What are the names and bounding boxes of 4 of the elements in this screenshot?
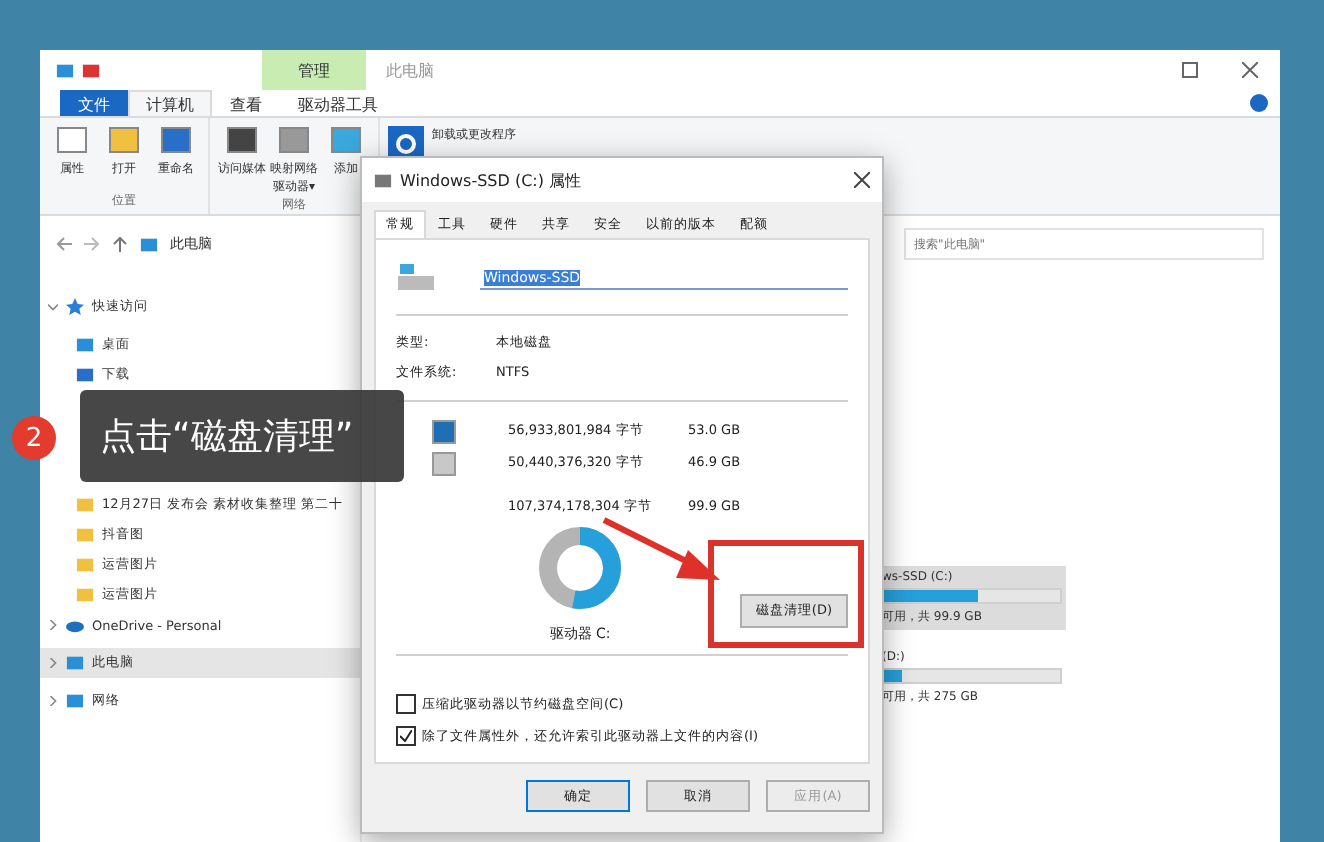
step-number: 2: [12, 416, 56, 460]
dialog-title: Windows-SSD (C:) 属性: [400, 169, 582, 191]
callout-tooltip: 点击“磁盘清理”: [80, 390, 404, 482]
window-title: 此电脑: [386, 59, 436, 81]
